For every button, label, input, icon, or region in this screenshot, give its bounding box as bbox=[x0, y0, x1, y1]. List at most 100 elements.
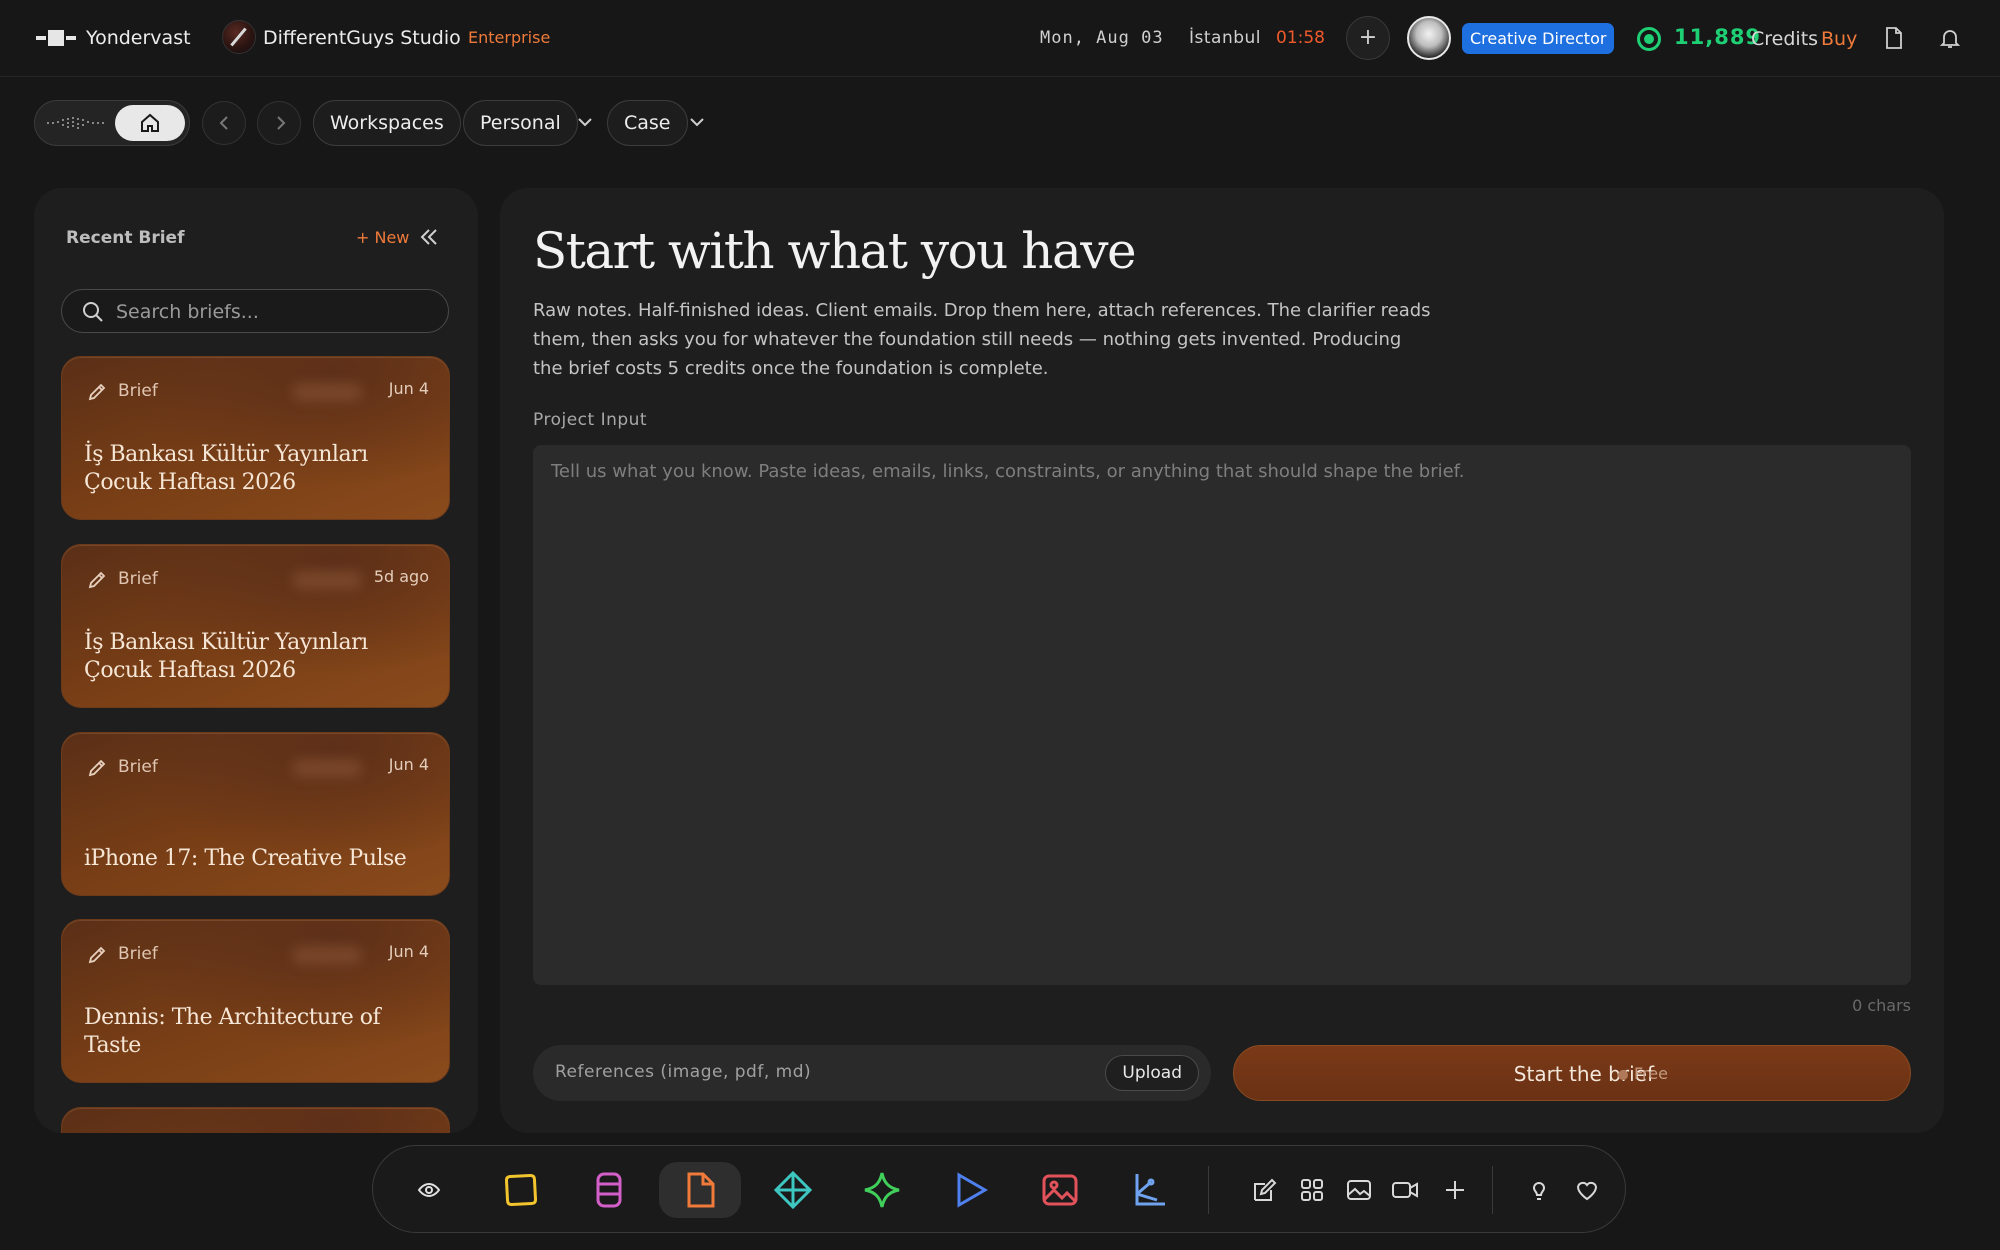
credits-count: 11,889 bbox=[1674, 25, 1762, 49]
collapse-icon[interactable] bbox=[418, 226, 440, 248]
document-icon bbox=[687, 1172, 715, 1208]
search-input[interactable] bbox=[116, 298, 436, 326]
brief-date: 5d ago bbox=[373, 567, 429, 586]
breadcrumb-personal[interactable]: Personal bbox=[463, 100, 578, 146]
new-brief-button[interactable]: + New bbox=[356, 228, 409, 247]
dock-database[interactable] bbox=[581, 1162, 637, 1218]
studio-name[interactable]: DifferentGuys Studio bbox=[263, 27, 461, 49]
chevron-left-icon bbox=[219, 116, 228, 130]
logo-icon bbox=[36, 30, 76, 46]
char-count: 0 chars bbox=[1852, 996, 1911, 1015]
brief-type: Brief bbox=[118, 757, 158, 777]
image-icon bbox=[1042, 1174, 1078, 1206]
breadcrumb-case[interactable]: Case bbox=[607, 100, 688, 146]
blurred-text bbox=[292, 383, 362, 401]
blurred-text bbox=[292, 946, 362, 964]
free-badge: Free bbox=[1634, 1064, 1668, 1083]
blurred-text bbox=[292, 571, 362, 589]
search-icon bbox=[83, 302, 103, 322]
blurred-text bbox=[292, 759, 362, 777]
brief-type: Brief bbox=[118, 944, 158, 964]
references-label: References (image, pdf, md) bbox=[555, 1062, 812, 1082]
pencil-icon bbox=[88, 759, 106, 777]
time-display: 01:58 bbox=[1276, 28, 1325, 48]
chevron-down-icon[interactable] bbox=[688, 113, 706, 131]
credits-icon bbox=[1637, 27, 1661, 51]
status-dot bbox=[1618, 1070, 1628, 1080]
dock-square[interactable] bbox=[493, 1162, 549, 1218]
brief-card[interactable]: Brief Jun 4 iPhone 17: The Creative Puls… bbox=[61, 732, 450, 896]
avatar[interactable] bbox=[1407, 16, 1451, 60]
branch-icon bbox=[1135, 1174, 1165, 1206]
brief-card[interactable]: Brief 5d ago İş Bankası Kültür Yayınları… bbox=[61, 544, 450, 708]
breadcrumb-workspaces[interactable]: Workspaces bbox=[313, 100, 461, 146]
project-input-label: Project Input bbox=[533, 410, 648, 430]
diamond-icon bbox=[773, 1170, 813, 1210]
add-button[interactable]: + bbox=[1346, 16, 1390, 60]
dock-divider bbox=[1208, 1166, 1209, 1214]
brief-title: iPhone 17: The Creative Pulse bbox=[84, 846, 407, 871]
dock-sparkle[interactable] bbox=[854, 1162, 910, 1218]
dock-play[interactable] bbox=[943, 1162, 999, 1218]
recent-briefs-sidebar: Recent Brief + New Brief Jun 4 İş Bankas… bbox=[34, 188, 478, 1133]
forward-button[interactable] bbox=[257, 101, 301, 145]
eye-icon[interactable] bbox=[417, 1178, 441, 1202]
references-field[interactable]: References (image, pdf, md) Upload bbox=[533, 1045, 1211, 1101]
picture-icon[interactable] bbox=[1343, 1174, 1375, 1206]
brief-card[interactable]: Brief Jun 4 Dennis: The Architecture of … bbox=[61, 919, 450, 1083]
brief-type: Brief bbox=[118, 381, 158, 401]
start-brief-label: Start the brief bbox=[1513, 1062, 1654, 1086]
buy-credits-link[interactable]: Buy bbox=[1821, 28, 1857, 50]
chevron-down-icon[interactable] bbox=[576, 113, 594, 131]
video-icon[interactable] bbox=[1389, 1174, 1421, 1206]
dock-image[interactable] bbox=[1032, 1162, 1088, 1218]
date-display: Mon, Aug 03 bbox=[1040, 28, 1164, 48]
bell-icon[interactable] bbox=[1938, 26, 1962, 50]
sidebar-title: Recent Brief bbox=[66, 228, 185, 248]
pattern-icon[interactable] bbox=[47, 115, 107, 131]
plus-icon[interactable] bbox=[1439, 1174, 1471, 1206]
bottom-dock bbox=[372, 1145, 1626, 1233]
upload-button[interactable]: Upload bbox=[1105, 1055, 1199, 1091]
project-input-field[interactable] bbox=[533, 445, 1911, 985]
credits-label: Credits bbox=[1751, 28, 1819, 50]
role-badge: Creative Director bbox=[1462, 23, 1615, 54]
city-label: İstanbul bbox=[1189, 28, 1262, 48]
home-button[interactable] bbox=[115, 105, 185, 141]
grid-icon[interactable] bbox=[1296, 1174, 1328, 1206]
dock-diamond[interactable] bbox=[765, 1162, 821, 1218]
top-bar: Yondervast DifferentGuys Studio Enterpri… bbox=[0, 0, 2000, 77]
view-switcher[interactable] bbox=[34, 100, 190, 146]
home-icon bbox=[141, 113, 159, 132]
bulb-icon[interactable] bbox=[1523, 1174, 1555, 1206]
heart-icon[interactable] bbox=[1571, 1174, 1603, 1206]
brief-date: Jun 4 bbox=[388, 755, 429, 774]
document-icon[interactable] bbox=[1884, 26, 1904, 50]
pencil-icon bbox=[88, 946, 106, 964]
start-brief-button[interactable]: Start the brief Free bbox=[1233, 1045, 1911, 1101]
page-description: Raw notes. Half-finished ideas. Client e… bbox=[533, 300, 1431, 379]
dock-divider bbox=[1492, 1166, 1493, 1214]
database-icon bbox=[596, 1172, 622, 1208]
brief-title: Dennis: The Architecture of Taste bbox=[84, 1005, 381, 1058]
brief-card[interactable] bbox=[61, 1107, 450, 1133]
brief-title: İş Bankası Kültür Yayınları Çocuk Haftas… bbox=[84, 442, 368, 495]
brief-input-panel: Start with what you have Raw notes. Half… bbox=[500, 188, 1944, 1133]
play-icon bbox=[957, 1172, 989, 1208]
search-box[interactable] bbox=[61, 289, 449, 333]
pencil-icon bbox=[88, 571, 106, 589]
brief-type: Brief bbox=[118, 569, 158, 589]
plan-label: Enterprise bbox=[468, 28, 551, 47]
sparkle-icon bbox=[864, 1172, 900, 1208]
app-name: Yondervast bbox=[86, 27, 191, 49]
edit-icon[interactable] bbox=[1249, 1174, 1281, 1206]
brief-card[interactable]: Brief Jun 4 İş Bankası Kültür Yayınları … bbox=[61, 356, 450, 520]
studio-logo-icon[interactable] bbox=[222, 20, 256, 54]
page-title: Start with what you have bbox=[533, 222, 1137, 280]
brief-date: Jun 4 bbox=[388, 942, 429, 961]
dock-branch[interactable] bbox=[1121, 1162, 1177, 1218]
back-button[interactable] bbox=[202, 101, 246, 145]
brief-date: Jun 4 bbox=[388, 379, 429, 398]
brief-title: İş Bankası Kültür Yayınları Çocuk Haftas… bbox=[84, 630, 368, 683]
dock-document[interactable] bbox=[659, 1162, 741, 1218]
